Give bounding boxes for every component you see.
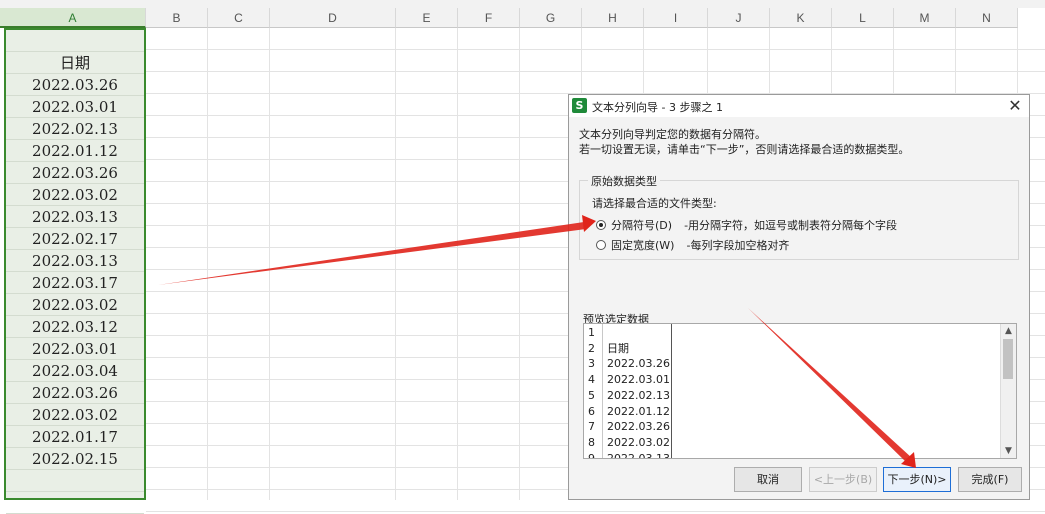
- option-delimited[interactable]: 分隔符号(D) -用分隔字符，如逗号或制表符分隔每个字段: [596, 217, 897, 233]
- cell-a12[interactable]: 2022.03.17: [6, 272, 144, 294]
- cell-a4[interactable]: 2022.03.01: [6, 96, 144, 118]
- cell-a14[interactable]: 2022.03.12: [6, 316, 144, 338]
- preview-row-value: 日期: [607, 341, 629, 355]
- preview-row-value: 2022.03.26: [607, 357, 670, 371]
- cell-a13[interactable]: 2022.03.02: [6, 294, 144, 316]
- preview-row-number: 8: [588, 435, 595, 449]
- column-header-i[interactable]: I: [644, 8, 708, 28]
- cell-a6[interactable]: 2022.01.12: [6, 140, 144, 162]
- preview-row-value: 2022.03.01: [607, 373, 670, 387]
- cell-a11[interactable]: 2022.03.13: [6, 250, 144, 272]
- column-header-c[interactable]: C: [208, 8, 270, 28]
- preview-scrollbar[interactable]: ▲ ▼: [1000, 324, 1016, 458]
- column-header-e[interactable]: E: [396, 8, 458, 28]
- grid-vline: [457, 28, 458, 500]
- wps-app-icon: S: [572, 98, 587, 113]
- preview-row: 8 2022.03.02: [584, 435, 1004, 451]
- grid-vline: [395, 28, 396, 500]
- column-header-h[interactable]: H: [582, 8, 644, 28]
- preview-row: 2 日期: [584, 341, 1004, 357]
- dialog-title: 文本分列向导 - 3 步骤之 1: [592, 101, 723, 114]
- cell-a20[interactable]: 2022.02.15: [6, 448, 144, 470]
- cell-a10[interactable]: 2022.02.17: [6, 228, 144, 250]
- preview-row-number: 6: [588, 404, 595, 418]
- scroll-down-icon[interactable]: ▼: [1001, 446, 1016, 456]
- selected-column-a[interactable]: 日期 2022.03.26 2022.03.01 2022.02.13 2022.01.…: [4, 28, 146, 514]
- preview-row-number: 5: [588, 388, 595, 402]
- preview-row-value: 2022.02.13: [607, 388, 670, 402]
- column-header-d[interactable]: D: [270, 8, 396, 28]
- cell-a18[interactable]: 2022.03.02: [6, 404, 144, 426]
- cell-a15[interactable]: 2022.03.01: [6, 338, 144, 360]
- grid-vline: [519, 28, 520, 500]
- dialog-titlebar[interactable]: S 文本分列向导 - 3 步骤之 1 ✕: [569, 95, 1029, 117]
- grid-hline: [146, 71, 1045, 72]
- preview-row-number: 4: [588, 373, 595, 387]
- column-header-k[interactable]: K: [770, 8, 832, 28]
- preview-row: 5 2022.02.13: [584, 388, 1004, 404]
- grid-hline: [146, 49, 1045, 50]
- column-header-m[interactable]: M: [894, 8, 956, 28]
- cell-a17[interactable]: 2022.03.26: [6, 382, 144, 404]
- cancel-button[interactable]: 取消: [734, 467, 802, 492]
- original-data-type-group: 原始数据类型 请选择最合适的文件类型: 分隔符号(D) -用分隔字符，如逗号或制表…: [579, 173, 1019, 260]
- preview-row-number: 7: [588, 420, 595, 434]
- cell-a22[interactable]: [6, 492, 144, 514]
- grid-hline: [146, 511, 1045, 512]
- preview-row: 4 2022.03.01: [584, 372, 1004, 388]
- preview-row: 9 2022.03.13: [584, 451, 1004, 459]
- preview-row-value: 2022.03.02: [607, 435, 670, 449]
- cell-a16[interactable]: 2022.03.04: [6, 360, 144, 382]
- cell-a3[interactable]: 2022.03.26: [6, 74, 144, 96]
- group-title: 原始数据类型: [588, 173, 660, 189]
- grid-vline: [207, 28, 208, 500]
- toolbar-strip: [0, 0, 1045, 8]
- preview-row-number: 2: [588, 341, 595, 355]
- column-header-l[interactable]: L: [832, 8, 894, 28]
- cell-a9[interactable]: 2022.03.13: [6, 206, 144, 228]
- option-fixed-label: 固定宽度(W): [611, 239, 675, 252]
- column-header-g[interactable]: G: [520, 8, 582, 28]
- scroll-up-icon[interactable]: ▲: [1001, 326, 1016, 336]
- next-button[interactable]: 下一步(N)>: [883, 467, 951, 492]
- column-header-n[interactable]: N: [956, 8, 1018, 28]
- preview-row: 7 2022.03.26: [584, 419, 1004, 435]
- scroll-thumb[interactable]: [1003, 339, 1013, 379]
- preview-row-number: 9: [588, 451, 595, 459]
- option-delimited-desc: -用分隔字符，如逗号或制表符分隔每个字段: [684, 219, 898, 232]
- preview-row: 3 2022.03.26: [584, 356, 1004, 372]
- radio-fixed-width[interactable]: [596, 240, 606, 250]
- preview-row-value: 2022.03.26: [607, 420, 670, 434]
- column-header-j[interactable]: J: [708, 8, 770, 28]
- column-header-f[interactable]: F: [458, 8, 520, 28]
- cell-a2[interactable]: 日期: [6, 52, 144, 74]
- cell-a19[interactable]: 2022.01.17: [6, 426, 144, 448]
- preview-row: 6 2022.01.12: [584, 404, 1004, 420]
- choose-type-label: 请选择最合适的文件类型:: [592, 197, 717, 210]
- cell-a7[interactable]: 2022.03.26: [6, 162, 144, 184]
- cell-a8[interactable]: 2022.03.02: [6, 184, 144, 206]
- preview-box[interactable]: 1 2 日期 3 2022.03.26 4 2022.03.01 5 2022.02.13 6 20…: [583, 323, 1017, 459]
- text-to-columns-dialog: S 文本分列向导 - 3 步骤之 1 ✕ 文本分列向导判定您的数据有分隔符。 若…: [568, 94, 1030, 500]
- column-header-a[interactable]: A: [0, 8, 146, 28]
- preview-row-number: 3: [588, 357, 595, 371]
- cell-a21[interactable]: [6, 470, 144, 492]
- column-header-b[interactable]: B: [146, 8, 208, 28]
- radio-delimited[interactable]: [596, 220, 606, 230]
- back-button[interactable]: <上一步(B): [809, 467, 877, 492]
- close-icon[interactable]: ✕: [1005, 96, 1025, 116]
- option-fixed-desc: -每列字段加空格对齐: [686, 239, 790, 252]
- finish-button[interactable]: 完成(F): [958, 467, 1022, 492]
- intro-text-1: 文本分列向导判定您的数据有分隔符。: [579, 128, 766, 141]
- option-delimited-label: 分隔符号(D): [611, 219, 673, 232]
- preview-row-value: 2022.01.12: [607, 404, 670, 418]
- option-fixed-width[interactable]: 固定宽度(W) -每列字段加空格对齐: [596, 237, 789, 253]
- preview-row-value: 2022.03.13: [607, 451, 670, 459]
- grid-vline: [269, 28, 270, 500]
- cell-a1[interactable]: [6, 30, 144, 52]
- intro-text-2: 若一切设置无误，请单击“下一步”，否则请选择最合适的数据类型。: [579, 143, 910, 156]
- preview-row-number: 1: [588, 326, 595, 339]
- cell-a5[interactable]: 2022.02.13: [6, 118, 144, 140]
- preview-row: 1: [584, 325, 1004, 341]
